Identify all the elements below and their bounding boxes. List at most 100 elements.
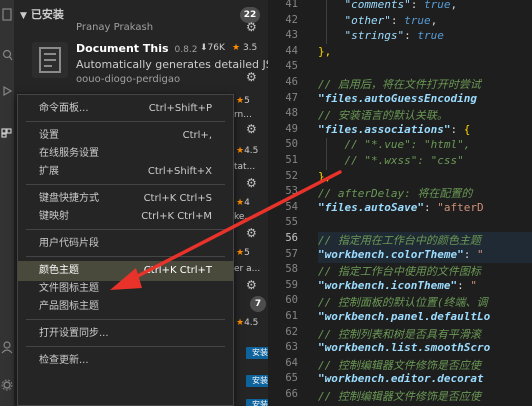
manage-extension-gear-icon[interactable]: ⚙ [246,20,257,34]
menu-separator [26,256,225,257]
menu-separator [26,319,225,320]
install-button[interactable]: 安装 [246,375,268,387]
menu-separator [26,184,225,185]
manage-extension-gear-icon[interactable]: ⚙ [246,176,257,190]
code-line: // 指定工作台中使用的文件图标 [318,263,481,279]
menu-item[interactable]: 在线服务设置 [18,144,233,164]
code-area[interactable]: "comments": true, "other": true, "string… [318,0,532,406]
code-line: // 控制面板的默认位置(终端、调 [318,294,488,310]
install-button[interactable]: 安装 [246,399,268,406]
code-line: }, [318,45,331,58]
menu-item[interactable]: 键盘快捷方式 Ctrl+K Ctrl+S [18,189,233,209]
line-number: 61 [285,310,298,322]
code-line: // 安装语言的默认关联。 [318,107,448,123]
line-number: 58 [285,263,298,276]
code-line: // "*.vue": "html", [318,138,470,151]
manage-extension-gear-icon[interactable]: ⚙ [246,278,257,292]
code-token: : [423,200,438,214]
extension-description: Automatically generates detailed JS... [76,58,268,71]
menu-item[interactable]: 检查更新... [18,351,233,371]
manage-extension-gear-icon[interactable]: ⚙ [246,70,257,84]
line-number: 52 [285,169,298,182]
section-title: 已安装 [30,8,64,21]
menu-item[interactable]: 文件图标主题 [18,279,233,299]
code-token: "strings" [344,29,405,43]
menu-item[interactable]: 键映射 Ctrl+K Ctrl+M [18,207,233,227]
menu-item[interactable]: 产品图标主题 [18,297,233,317]
code-token: true [404,13,431,27]
vscode-window: ▼ 已安装 22 Pranay Prakash ⚙ Document This 0.… [0,0,532,406]
line-number: 47 [285,91,298,104]
menu-separator [26,346,225,347]
line-number: 56 [285,232,298,244]
code-token: "comments" [344,0,411,11]
description-fragment: tat... [234,162,256,172]
rating-value: 5 [244,96,250,106]
code-token: : [457,278,471,292]
menu-item[interactable]: 颜色主题 Ctrl+K Ctrl+T [18,261,233,281]
search-icon[interactable] [1,48,13,62]
code-token: // "*.wxss": "css" [318,154,464,167]
menu-item-label: 用户代码片段 [39,238,99,249]
code-token: // 指定用在工作台中的颜色主题 [318,234,481,247]
line-number: 53 [285,185,298,198]
code-line: }, [318,170,331,183]
code-token: // 控制面板的默认位置(终端、调 [318,296,488,310]
run-debug-icon[interactable] [1,84,13,98]
extensions-icon[interactable] [1,124,13,138]
menu-item[interactable]: 用户代码片段 [18,234,233,254]
code-line: // 指定用在工作台中的颜色主题 [318,232,481,248]
code-token: " [470,278,477,292]
description-fragment: ke... [234,212,254,222]
menu-item-shortcut: Ctrl+, [182,130,212,141]
code-line: "workbench.iconTheme": " [318,279,477,292]
code-line: "workbench.colorTheme": " [318,248,484,261]
line-number: 41 [285,0,298,10]
line-number: 48 [285,107,298,120]
code-token: : [450,122,464,136]
line-number: 55 [285,216,298,229]
manage-extension-gear-icon[interactable]: ⚙ [246,226,257,240]
extension-version: 0.8.2 [174,45,198,55]
code-token: true [423,0,451,11]
manage-gear-icon[interactable] [1,378,13,392]
menu-item[interactable]: 设置 Ctrl+, [18,126,233,146]
line-number: 42 [285,13,298,26]
code-token: // 控制编辑器文件修饰是否应使 [318,390,481,403]
account-icon[interactable] [1,340,13,354]
rating: ★4 [236,198,250,208]
star-icon: ★ [232,43,241,53]
code-token: // 启用后，将在文件打开时尝试 [318,78,481,91]
star-icon: ★ [236,248,245,258]
menu-item-label: 命令面板... [39,103,89,114]
code-token: "workbench.editor.decorat [318,372,484,386]
extension-name-text: Document This [76,42,169,55]
install-button[interactable]: 安装 [246,347,268,359]
menu-item[interactable]: 命令面板... Ctrl+Shift+P [18,99,233,119]
extension-item[interactable]: Pranay Prakash [14,22,268,34]
code-token: // 控制列表和树是否具有平滑滚 [318,327,481,341]
menu-item-shortcut: Ctrl+Shift+P [148,103,212,114]
code-token: // 控制编辑器文件修饰是否应使 [318,358,481,372]
code-token: : [410,0,424,11]
extension-item[interactable]: Document This 0.8.2 ⬇76K ★ 3.5 Automatica… [14,38,268,88]
code-token: { [463,122,471,136]
editor-pane: 41 42 43 44 45 46 47 48 49 50 51 52 53 54 55 56 57 58 59 60… [268,0,532,406]
code-token: "files.associations" [318,122,451,136]
line-number: 44 [285,44,298,57]
code-token: , [430,13,438,27]
menu-item-label: 产品图标主题 [39,301,99,312]
code-token: " [476,247,484,261]
manage-extension-gear-icon[interactable]: ⚙ [246,122,257,136]
menu-item[interactable]: 打开设置同步... [18,324,233,344]
line-number: 46 [285,76,298,88]
files-icon[interactable] [1,8,13,22]
line-number: 66 [285,388,298,400]
menu-item[interactable]: 扩展 Ctrl+Shift+X [18,162,233,182]
menu-item-shortcut: Ctrl+K Ctrl+S [143,193,212,204]
star-icon: ★ [236,318,245,328]
code-line: "workbench.editor.decorat [318,372,484,385]
